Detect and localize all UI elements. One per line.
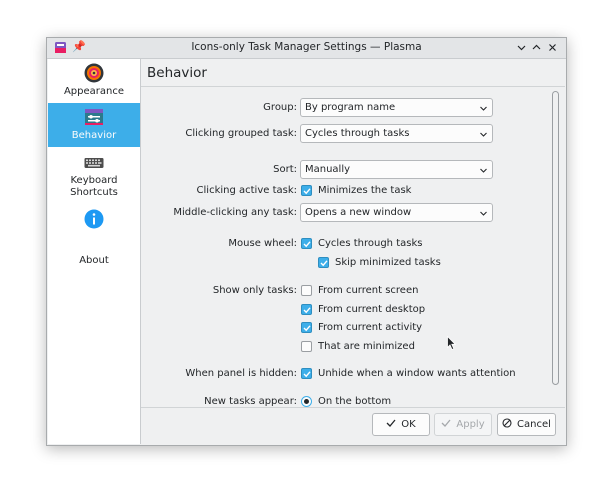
clicking-grouped-label: Clicking grouped task:	[185, 128, 297, 139]
skip-minimized-checkbox[interactable]	[318, 257, 329, 268]
clicking-active-label: Clicking active task:	[196, 185, 297, 196]
vertical-scrollbar[interactable]	[551, 88, 559, 406]
sidebar-item-behavior[interactable]: Behavior	[48, 103, 140, 147]
sort-value: Manually	[305, 164, 351, 175]
scrollbar-thumb[interactable]	[552, 91, 559, 385]
behavior-icon	[85, 109, 103, 125]
ok-button[interactable]: OK	[372, 413, 430, 436]
that-are-minimized-checkbox[interactable]	[301, 341, 312, 352]
skip-minimized-label[interactable]: Skip minimized tasks	[335, 257, 441, 268]
sidebar-item-appearance[interactable]: Appearance	[48, 59, 140, 103]
on-the-bottom-label[interactable]: On the bottom	[318, 396, 391, 407]
group-combobox[interactable]: By program name	[300, 98, 493, 117]
chevron-down-icon	[480, 132, 487, 137]
close-icon	[548, 44, 556, 51]
group-label: Group:	[263, 102, 297, 113]
group-value: By program name	[305, 102, 396, 113]
from-current-screen-label[interactable]: From current screen	[318, 285, 418, 296]
from-current-screen-checkbox[interactable]	[301, 285, 312, 296]
window-title: Icons-only Task Manager Settings — Plasm…	[191, 41, 422, 53]
mouse-cursor-icon	[447, 336, 456, 350]
middle-click-value: Opens a new window	[305, 207, 412, 218]
sort-label: Sort:	[273, 164, 297, 175]
checkmark-icon	[303, 371, 311, 378]
show-only-label: Show only tasks:	[212, 285, 297, 296]
info-icon	[84, 209, 104, 229]
minimizes-task-label[interactable]: Minimizes the task	[318, 185, 411, 196]
checkmark-icon	[441, 419, 451, 427]
cycles-tasks-checkbox[interactable]	[301, 238, 312, 249]
sidebar-item-label: Keyboard Shortcuts	[70, 175, 118, 198]
sidebar-item-label: About	[79, 255, 109, 266]
sidebar: Appearance Behavior Keyboard Shortcuts A…	[48, 59, 141, 444]
sidebar-item-label: Behavior	[71, 130, 117, 141]
sidebar-item-keyboard-shortcuts[interactable]: Keyboard Shortcuts	[48, 151, 140, 203]
new-tasks-label: New tasks appear:	[204, 396, 297, 407]
unhide-attention-checkbox[interactable]	[301, 368, 312, 379]
cancel-button[interactable]: Cancel	[497, 413, 556, 436]
checkmark-icon	[303, 307, 311, 314]
checkmark-icon	[320, 260, 328, 267]
chevron-down-icon	[480, 106, 487, 111]
maximize-button[interactable]	[529, 40, 543, 55]
chevron-down-icon	[480, 211, 487, 216]
that-are-minimized-label[interactable]: That are minimized	[318, 341, 415, 352]
chevron-down-icon	[480, 168, 487, 173]
from-current-activity-label[interactable]: From current activity	[318, 322, 422, 333]
cancel-icon	[502, 418, 512, 428]
radio-selected-dot	[304, 399, 309, 404]
middle-click-combobox[interactable]: Opens a new window	[300, 203, 493, 222]
ok-label: OK	[401, 419, 416, 430]
page-title: Behavior	[147, 65, 207, 81]
mouse-wheel-label: Mouse wheel:	[228, 238, 297, 249]
cycles-tasks-label[interactable]: Cycles through tasks	[318, 238, 422, 249]
chevron-up-icon	[532, 44, 540, 50]
sidebar-item-about[interactable]: About	[48, 205, 140, 266]
close-button[interactable]	[545, 40, 559, 55]
cancel-label: Cancel	[517, 419, 551, 430]
chevron-down-icon	[517, 45, 525, 51]
minimize-button[interactable]	[514, 40, 528, 55]
unhide-attention-label[interactable]: Unhide when a window wants attention	[318, 368, 516, 379]
keyboard-icon	[84, 158, 104, 168]
divider	[141, 407, 565, 408]
minimizes-task-checkbox[interactable]	[301, 185, 312, 196]
checkmark-icon	[386, 419, 396, 427]
divider	[141, 86, 565, 87]
checkmark-icon	[303, 188, 311, 195]
clicking-grouped-value: Cycles through tasks	[305, 128, 410, 139]
from-current-desktop-checkbox[interactable]	[301, 304, 312, 315]
panel-hidden-label: When panel is hidden:	[185, 368, 297, 379]
clicking-grouped-combobox[interactable]: Cycles through tasks	[300, 124, 493, 143]
sidebar-item-label: Appearance	[63, 86, 125, 97]
middle-click-label: Middle-clicking any task:	[173, 207, 297, 218]
apply-label: Apply	[456, 419, 485, 430]
checkmark-icon	[303, 241, 311, 248]
title-bar[interactable]: 📌 Icons-only Task Manager Settings — Pla…	[47, 38, 566, 59]
from-current-activity-checkbox[interactable]	[301, 322, 312, 333]
from-current-desktop-label[interactable]: From current desktop	[318, 304, 425, 315]
checkmark-icon	[303, 325, 311, 332]
settings-window: 📌 Icons-only Task Manager Settings — Pla…	[46, 37, 567, 446]
sort-combobox[interactable]: Manually	[300, 160, 493, 179]
apply-button[interactable]: Apply	[434, 413, 492, 436]
appearance-icon	[84, 63, 104, 83]
on-the-bottom-radio[interactable]	[301, 396, 312, 407]
